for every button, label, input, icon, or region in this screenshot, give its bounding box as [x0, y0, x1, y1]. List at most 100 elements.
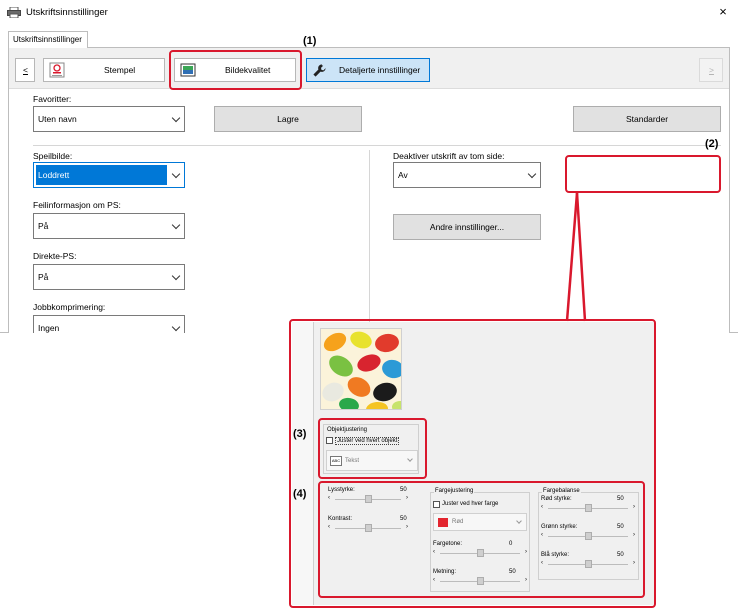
- slider-thumb[interactable]: [476, 577, 484, 585]
- favorites-label: Favoritter:: [33, 94, 72, 104]
- slider-thumb[interactable]: [476, 549, 484, 557]
- ps-error-info-label: Feilinformasjon om PS:: [33, 200, 121, 210]
- adjust-each-color-checkbox[interactable]: [433, 501, 440, 508]
- red-strength-label: Rød styrke:: [541, 496, 572, 502]
- jellybeans-preview-image: [321, 329, 401, 409]
- callout-2: (2): [705, 138, 719, 150]
- contrast-slider[interactable]: ‹ ›: [328, 524, 408, 533]
- slider-left-icon: ‹: [328, 495, 330, 501]
- green-strength-label: Grønn styrke:: [541, 524, 578, 530]
- blank-page-select[interactable]: Av: [393, 162, 541, 188]
- job-compression-value: Ingen: [38, 323, 60, 333]
- stamp-icon: [49, 62, 65, 78]
- close-button[interactable]: ×: [712, 3, 734, 21]
- other-settings-button[interactable]: Andre innstillinger...: [393, 214, 541, 240]
- chevron-down-icon: [171, 322, 181, 332]
- detaljerte-innstillinger-button[interactable]: Detaljerte innstillinger: [306, 58, 430, 82]
- color-swatch: [438, 518, 448, 527]
- slider-right-icon: ›: [406, 495, 408, 501]
- slider-right-icon: ›: [633, 560, 635, 566]
- direct-ps-value: På: [38, 272, 49, 282]
- slider-right-icon: ›: [406, 524, 408, 530]
- job-compression-label: Jobbkomprimering:: [33, 302, 106, 312]
- slider-thumb[interactable]: [364, 524, 372, 532]
- slider-left-icon: ‹: [541, 504, 543, 510]
- mirror-image-select[interactable]: Loddrett: [33, 162, 185, 188]
- slider-thumb[interactable]: [584, 560, 592, 568]
- contrast-label: Kontrast:: [328, 516, 353, 522]
- green-strength-slider[interactable]: ‹ ›: [541, 532, 635, 541]
- tab-utskriftsinnstillinger[interactable]: Utskriftsinnstillinger: [8, 31, 88, 48]
- red-strength-value: 50: [617, 496, 624, 502]
- saturation-value: 50: [509, 569, 516, 575]
- chevron-down-icon: [516, 518, 522, 524]
- hue-value: 0: [509, 541, 513, 547]
- brightness-slider[interactable]: ‹ ›: [328, 495, 408, 504]
- color-value: Rød: [452, 519, 464, 525]
- defaults-button[interactable]: Standarder: [573, 106, 721, 132]
- slider-thumb[interactable]: [364, 495, 372, 503]
- adjust-each-color-label: Juster ved hver farge: [442, 501, 499, 507]
- hue-slider[interactable]: ‹ ›: [433, 549, 527, 558]
- callout-1-highlight: [169, 50, 302, 90]
- color-select[interactable]: Rød: [433, 513, 527, 531]
- saturation-label: Metning:: [433, 569, 457, 575]
- slider-thumb[interactable]: [584, 504, 592, 512]
- slider-left-icon: ‹: [433, 549, 435, 555]
- blank-page-label: Deaktiver utskrift av tom side:: [393, 151, 505, 161]
- column-divider: [369, 150, 370, 330]
- chevron-down-icon: [171, 220, 181, 230]
- color-balance-title: Fargebalanse: [542, 488, 581, 494]
- callout-3-highlight: [318, 418, 427, 479]
- previous-page-button[interactable]: <: [15, 58, 35, 82]
- blue-strength-value: 50: [617, 552, 624, 558]
- save-button[interactable]: Lagre: [214, 106, 362, 132]
- color-adjust-title: Fargejustering: [434, 488, 475, 494]
- slider-left-icon: ‹: [541, 532, 543, 538]
- stempel-label: Stempel: [104, 65, 136, 75]
- favorites-value: Uten navn: [38, 114, 77, 124]
- callout-3: (3): [293, 428, 307, 440]
- red-strength-slider[interactable]: ‹ ›: [541, 504, 635, 513]
- saturation-slider[interactable]: ‹ ›: [433, 577, 527, 586]
- slider-right-icon: ›: [633, 532, 635, 538]
- ps-error-info-select[interactable]: På: [33, 213, 185, 239]
- ps-error-info-value: På: [38, 221, 49, 231]
- printer-icon: [7, 7, 21, 18]
- slider-left-icon: ‹: [433, 577, 435, 583]
- callout-1: (1): [303, 35, 317, 47]
- contrast-value: 50: [400, 516, 407, 522]
- slider-thumb[interactable]: [584, 532, 592, 540]
- chevron-down-icon: [527, 169, 537, 179]
- brightness-value: 50: [400, 487, 407, 493]
- detaljerte-innstillinger-label: Detaljerte innstillinger: [339, 65, 421, 75]
- mirror-image-label: Speilbilde:: [33, 151, 73, 161]
- image-preview: [320, 328, 402, 410]
- blank-page-value: Av: [398, 170, 408, 180]
- brightness-label: Lysstyrke:: [328, 487, 355, 493]
- divider: [33, 145, 721, 146]
- direct-ps-select[interactable]: På: [33, 264, 185, 290]
- hue-label: Fargetone:: [433, 541, 463, 547]
- title-bar: Utskriftsinnstillinger ×: [0, 0, 738, 26]
- slider-right-icon: ›: [633, 504, 635, 510]
- callout-2-highlight: [565, 155, 721, 193]
- slider-right-icon: ›: [525, 577, 527, 583]
- favorites-select[interactable]: Uten navn: [33, 106, 185, 132]
- next-page-button[interactable]: >: [699, 58, 723, 82]
- previous-page-label: <: [23, 65, 28, 75]
- chevron-down-icon: [171, 113, 181, 123]
- blue-strength-slider[interactable]: ‹ ›: [541, 560, 635, 569]
- chevron-down-icon: [171, 169, 181, 179]
- stempel-button[interactable]: Stempel: [43, 58, 165, 82]
- slider-right-icon: ›: [525, 549, 527, 555]
- slider-left-icon: ‹: [541, 560, 543, 566]
- next-page-label: >: [709, 65, 714, 75]
- callout-4: (4): [293, 488, 307, 500]
- window-title: Utskriftsinnstillinger: [26, 7, 108, 18]
- job-compression-select[interactable]: Ingen: [33, 315, 185, 333]
- direct-ps-label: Direkte-PS:: [33, 251, 77, 261]
- blue-strength-label: Blå styrke:: [541, 552, 570, 558]
- chevron-down-icon: [171, 271, 181, 281]
- slider-left-icon: ‹: [328, 524, 330, 530]
